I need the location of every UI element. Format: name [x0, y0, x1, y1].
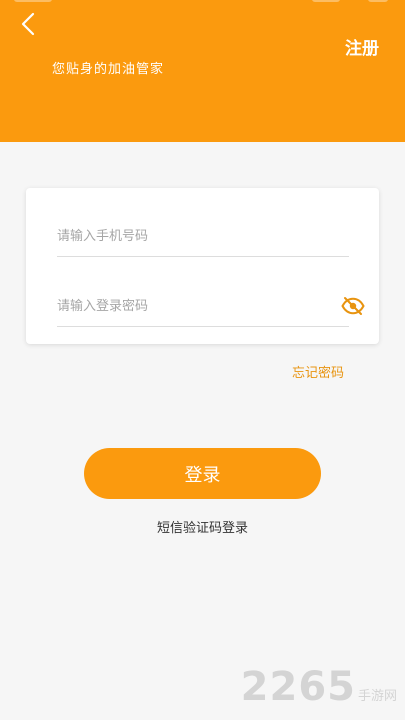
password-visibility-toggle[interactable]	[341, 294, 365, 318]
eye-off-icon	[341, 297, 365, 315]
header-bar: 您贴身的加油管家 注册	[0, 0, 405, 142]
status-bar-fragment	[14, 0, 52, 2]
back-arrow-icon	[21, 12, 35, 36]
password-input[interactable]	[57, 286, 349, 326]
login-button[interactable]: 登录	[84, 448, 321, 499]
header-subtitle: 您贴身的加油管家	[52, 62, 165, 77]
sms-login-link[interactable]: 短信验证码登录	[0, 517, 405, 536]
register-button[interactable]: 注册	[345, 34, 379, 59]
status-bar-fragment	[312, 0, 340, 2]
phone-input[interactable]	[57, 216, 349, 256]
forgot-password-link[interactable]: 忘记密码	[292, 362, 344, 381]
login-form-card	[26, 188, 379, 344]
status-bar-fragment	[368, 0, 388, 2]
watermark-logo: 2265 手游网	[241, 664, 397, 710]
watermark-suffix: 手游网	[357, 689, 397, 704]
phone-field	[57, 216, 349, 257]
password-field	[57, 286, 349, 327]
watermark-number: 2265	[240, 664, 356, 710]
back-button[interactable]	[12, 8, 44, 40]
